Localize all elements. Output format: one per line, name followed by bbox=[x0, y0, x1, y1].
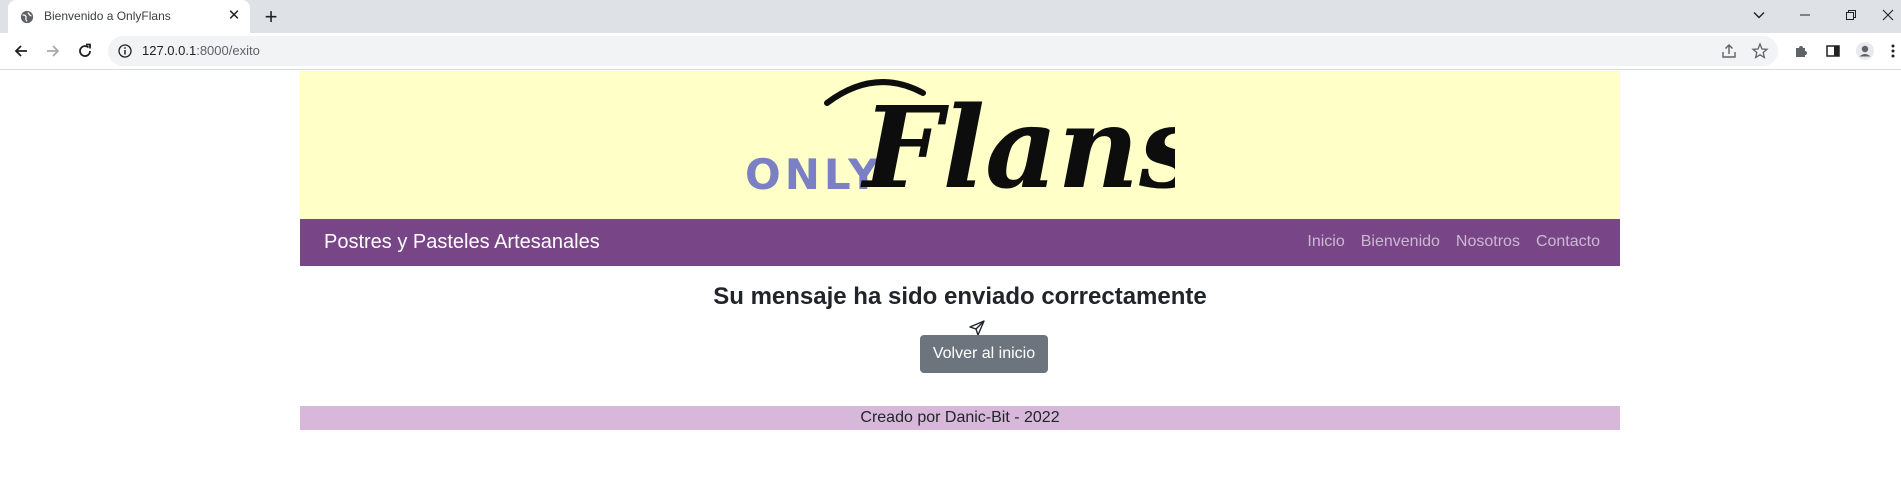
minimize-icon bbox=[1800, 14, 1810, 16]
nav-link-inicio[interactable]: Inicio bbox=[1307, 233, 1344, 251]
globe-icon bbox=[20, 10, 34, 24]
arrow-right-icon bbox=[47, 45, 60, 57]
forward-button[interactable] bbox=[40, 38, 66, 64]
new-tab-button[interactable]: + bbox=[258, 4, 284, 30]
info-icon[interactable] bbox=[118, 44, 132, 58]
page-viewport: ONLY Flans Postres y Pasteles Artesanale… bbox=[0, 71, 1901, 452]
main-content: Su mensaje ha sido enviado correctamente… bbox=[300, 266, 1620, 477]
chevron-down-icon bbox=[1753, 12, 1765, 19]
browser-tab[interactable]: Bienvenido a OnlyFlans ✕ bbox=[8, 0, 250, 33]
nav-link-nosotros[interactable]: Nosotros bbox=[1456, 233, 1520, 251]
back-button[interactable] bbox=[8, 38, 34, 64]
menu-button[interactable] bbox=[1884, 38, 1901, 64]
side-panel-icon bbox=[1826, 45, 1840, 57]
arrow-left-icon bbox=[14, 45, 27, 57]
share-icon[interactable] bbox=[1720, 42, 1738, 60]
side-panel-button[interactable] bbox=[1820, 38, 1846, 64]
tab-strip: Bienvenido a OnlyFlans ✕ + bbox=[0, 0, 1901, 33]
onlyflans-logo: ONLY Flans bbox=[745, 79, 1175, 214]
header-banner: ONLY Flans bbox=[300, 71, 1620, 219]
puzzle-icon bbox=[1796, 46, 1807, 57]
address-bar[interactable]: 127.0.0.1:8000/exito bbox=[108, 36, 1778, 66]
navbar-brand[interactable]: Postres y Pasteles Artesanales bbox=[324, 231, 600, 254]
url-text[interactable]: 127.0.0.1:8000/exito bbox=[142, 43, 260, 58]
close-window-button[interactable] bbox=[1874, 0, 1901, 30]
extensions-button[interactable] bbox=[1788, 38, 1814, 64]
star-icon[interactable] bbox=[1751, 42, 1769, 60]
browser-toolbar: 127.0.0.1:8000/exito bbox=[0, 33, 1901, 70]
avatar-icon bbox=[1856, 42, 1874, 60]
tab-search-button[interactable] bbox=[1736, 0, 1782, 30]
navbar: Postres y Pasteles Artesanales Inicio Bi… bbox=[300, 219, 1620, 266]
footer-text: Creado por Danic-Bit - 2022 bbox=[860, 409, 1060, 426]
restore-button[interactable] bbox=[1828, 0, 1874, 30]
footer: Creado por Danic-Bit - 2022 bbox=[300, 406, 1620, 430]
tab-close-icon[interactable]: ✕ bbox=[224, 6, 244, 26]
close-icon bbox=[1882, 9, 1893, 21]
nav-link-bienvenido[interactable]: Bienvenido bbox=[1361, 233, 1440, 251]
nav-link-contacto[interactable]: Contacto bbox=[1536, 233, 1600, 251]
restore-icon bbox=[1846, 10, 1856, 20]
success-message: Su mensaje ha sido enviado correctamente bbox=[713, 283, 1207, 310]
svg-text:ONLY: ONLY bbox=[745, 150, 883, 199]
svg-text:Flans: Flans bbox=[860, 83, 1175, 214]
kebab-menu-icon bbox=[1891, 44, 1894, 58]
tab-title: Bienvenido a OnlyFlans bbox=[44, 9, 171, 23]
reload-icon bbox=[79, 43, 91, 57]
reload-button[interactable] bbox=[72, 38, 98, 64]
minimize-button[interactable] bbox=[1782, 0, 1828, 30]
back-home-button[interactable]: Volver al inicio bbox=[920, 335, 1048, 373]
profile-button[interactable] bbox=[1852, 38, 1878, 64]
nav-links: Inicio Bienvenido Nosotros Contacto bbox=[1307, 233, 1600, 251]
